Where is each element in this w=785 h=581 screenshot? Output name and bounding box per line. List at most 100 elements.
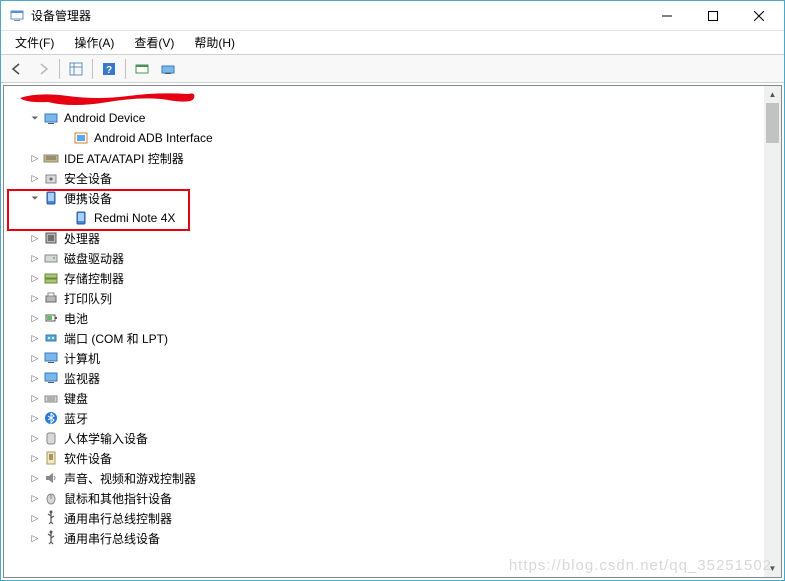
tree-node-battery[interactable]: ▷ 电池 <box>4 308 781 328</box>
tree-node-sound[interactable]: ▷ 声音、视频和游戏控制器 <box>4 468 781 488</box>
expand-icon[interactable]: ▷ <box>28 153 42 164</box>
tree-label: 键盘 <box>62 389 90 408</box>
tree-node-processor[interactable]: ▷ 处理器 <box>4 228 781 248</box>
scroll-up-button[interactable]: ▲ <box>764 86 781 103</box>
expand-icon[interactable]: ▷ <box>28 273 42 284</box>
scroll-thumb[interactable] <box>766 103 779 143</box>
tree-node-software[interactable]: ▷ 软件设备 <box>4 448 781 468</box>
scroll-down-button[interactable]: ▼ <box>764 560 781 577</box>
ports-icon <box>43 330 59 346</box>
tree-label: Android Device <box>62 110 147 126</box>
tree-node-print[interactable]: ▷ 打印队列 <box>4 288 781 308</box>
processor-icon <box>43 230 59 246</box>
menu-file[interactable]: 文件(F) <box>5 31 64 54</box>
toolbar-separator <box>59 59 60 79</box>
print-queue-icon <box>43 290 59 306</box>
tree-label: 电池 <box>62 309 90 328</box>
tree-label: 人体学输入设备 <box>62 429 150 448</box>
tree-node-computer[interactable]: ▷ 计算机 <box>4 348 781 368</box>
toolbar: ? <box>1 55 784 83</box>
minimize-button[interactable] <box>644 1 690 30</box>
tree-node-ports[interactable]: ▷ 端口 (COM 和 LPT) <box>4 328 781 348</box>
expand-icon[interactable]: ▷ <box>28 473 42 484</box>
tree-node-bluetooth[interactable]: ▷ 蓝牙 <box>4 408 781 428</box>
menu-view[interactable]: 查看(V) <box>124 31 184 54</box>
expand-icon[interactable]: ▷ <box>28 313 42 324</box>
menu-help[interactable]: 帮助(H) <box>184 31 245 54</box>
close-button[interactable] <box>736 1 782 30</box>
mouse-icon <box>43 490 59 506</box>
expand-icon[interactable]: ▷ <box>28 513 42 524</box>
expand-icon[interactable]: ▷ <box>28 493 42 504</box>
expand-icon[interactable]: ▷ <box>28 533 42 544</box>
tree-label: 监视器 <box>62 369 102 388</box>
tree-node-android-adb[interactable]: Android ADB Interface <box>4 128 781 148</box>
expand-icon[interactable]: ▷ <box>28 353 42 364</box>
tree-node-mouse[interactable]: ▷ 鼠标和其他指针设备 <box>4 488 781 508</box>
back-button[interactable] <box>5 57 29 81</box>
update-driver-button[interactable] <box>156 57 180 81</box>
toolbar-separator <box>92 59 93 79</box>
disk-drive-icon <box>43 250 59 266</box>
expand-icon[interactable]: ▷ <box>28 253 42 264</box>
window-controls <box>644 1 782 30</box>
tree-node-redmi[interactable]: Redmi Note 4X <box>4 208 781 228</box>
expand-icon[interactable]: ▷ <box>28 233 42 244</box>
menu-action[interactable]: 操作(A) <box>64 31 124 54</box>
titlebar: 设备管理器 <box>1 1 784 31</box>
scan-hardware-button[interactable] <box>130 57 154 81</box>
maximize-button[interactable] <box>690 1 736 30</box>
tree-node-monitor[interactable]: ▷ 监视器 <box>4 368 781 388</box>
tree-node-security[interactable]: ▷ 安全设备 <box>4 168 781 188</box>
adb-interface-icon <box>73 130 89 146</box>
tree-label: 声音、视频和游戏控制器 <box>62 469 198 488</box>
tree-label: 蓝牙 <box>62 409 90 428</box>
battery-icon <box>43 310 59 326</box>
toolbar-separator <box>125 59 126 79</box>
collapse-icon[interactable]: ⏷ <box>28 193 42 204</box>
tree-node-portable[interactable]: ⏷ 便携设备 <box>4 188 781 208</box>
tree-label: 处理器 <box>62 229 102 248</box>
expand-icon[interactable]: ▷ <box>28 413 42 424</box>
tree-label: 软件设备 <box>62 449 114 468</box>
device-tree[interactable]: ⏷ Android Device Android ADB Interface ▷… <box>3 85 782 578</box>
usb-device-icon <box>43 530 59 546</box>
expand-icon[interactable]: ▷ <box>28 453 42 464</box>
tree-label: 通用串行总线控制器 <box>62 509 174 528</box>
tree-label: Redmi Note 4X <box>92 210 177 226</box>
tree-node-usb-device[interactable]: ▷ 通用串行总线设备 <box>4 528 781 548</box>
collapse-icon[interactable]: ⏷ <box>28 113 42 124</box>
tree-label: 鼠标和其他指针设备 <box>62 489 174 508</box>
help-button[interactable]: ? <box>97 57 121 81</box>
expand-icon[interactable]: ▷ <box>28 293 42 304</box>
redaction-scribble <box>18 86 203 104</box>
tree-label: 通用串行总线设备 <box>62 529 162 548</box>
monitor-icon <box>43 370 59 386</box>
tree-node-disk[interactable]: ▷ 磁盘驱动器 <box>4 248 781 268</box>
tree-node-ide[interactable]: ▷ IDE ATA/ATAPI 控制器 <box>4 148 781 168</box>
storage-controller-icon <box>43 270 59 286</box>
device-category-icon <box>43 110 59 126</box>
scrollbar[interactable]: ▲ ▼ <box>764 86 781 577</box>
expand-icon[interactable]: ▷ <box>28 173 42 184</box>
tree-label: 安全设备 <box>62 169 114 188</box>
forward-button[interactable] <box>31 57 55 81</box>
tree-label: IDE ATA/ATAPI 控制器 <box>62 149 186 168</box>
tree-label: 计算机 <box>62 349 102 368</box>
tree-node-storage[interactable]: ▷ 存储控制器 <box>4 268 781 288</box>
tree-label: 存储控制器 <box>62 269 126 288</box>
tree-node-android-device[interactable]: ⏷ Android Device <box>4 108 781 128</box>
sound-controller-icon <box>43 470 59 486</box>
tree-node-usb-controller[interactable]: ▷ 通用串行总线控制器 <box>4 508 781 528</box>
menu-bar: 文件(F) 操作(A) 查看(V) 帮助(H) <box>1 31 784 55</box>
tree-label: 便携设备 <box>62 189 114 208</box>
expand-icon[interactable]: ▷ <box>28 373 42 384</box>
expand-icon[interactable]: ▷ <box>28 333 42 344</box>
show-hide-tree-button[interactable] <box>64 57 88 81</box>
expand-icon[interactable]: ▷ <box>28 433 42 444</box>
tree-node-keyboard[interactable]: ▷ 键盘 <box>4 388 781 408</box>
usb-controller-icon <box>43 510 59 526</box>
expand-icon[interactable]: ▷ <box>28 393 42 404</box>
tree-node-hid[interactable]: ▷ 人体学输入设备 <box>4 428 781 448</box>
tree-label: 端口 (COM 和 LPT) <box>62 329 170 348</box>
